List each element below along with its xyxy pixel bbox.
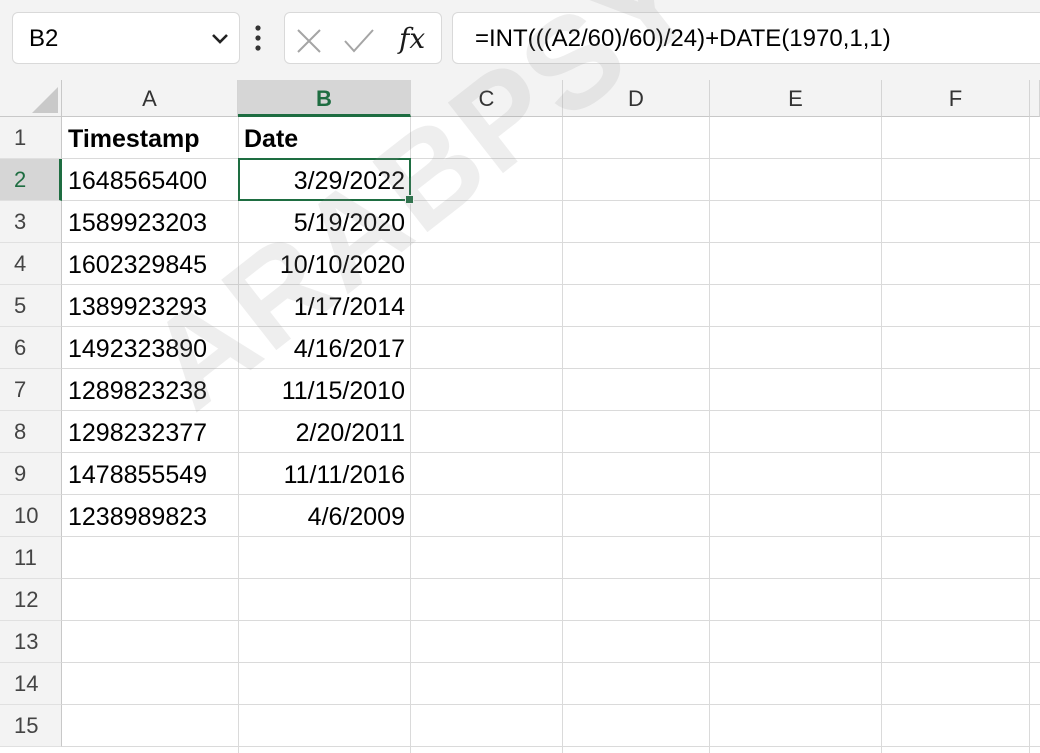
row-header-10[interactable]: 10	[0, 495, 62, 537]
cell-b4[interactable]: 10/10/2020	[238, 243, 411, 285]
row-header-1[interactable]: 1	[0, 117, 62, 159]
fill-handle[interactable]	[405, 195, 414, 204]
row-header-2[interactable]: 2	[0, 159, 62, 201]
cell-a1[interactable]: Timestamp	[62, 117, 238, 159]
gridline	[62, 746, 1040, 747]
row-header-15[interactable]: 15	[0, 705, 62, 747]
cell-a2[interactable]: 1648565400	[62, 159, 238, 201]
insert-function-button[interactable]: fx	[399, 19, 425, 59]
cell-b3[interactable]: 5/19/2020	[238, 201, 411, 243]
gridline	[709, 117, 710, 753]
column-header-f[interactable]: F	[882, 80, 1030, 117]
cell-a7[interactable]: 1289823238	[62, 369, 238, 411]
row-header-4[interactable]: 4	[0, 243, 62, 285]
cell-a8[interactable]: 1298232377	[62, 411, 238, 453]
row-header-7[interactable]: 7	[0, 369, 62, 411]
enter-check-icon[interactable]	[343, 27, 375, 55]
cell-b8[interactable]: 2/20/2011	[238, 411, 411, 453]
column-header-d[interactable]: D	[563, 80, 710, 117]
row-header-8[interactable]: 8	[0, 411, 62, 453]
column-header-b[interactable]: B	[238, 80, 411, 117]
column-header-e[interactable]: E	[710, 80, 882, 117]
gridline	[881, 117, 882, 753]
cell-a9[interactable]: 1478855549	[62, 453, 238, 495]
column-header-c[interactable]: C	[411, 80, 563, 117]
row-header-5[interactable]: 5	[0, 285, 62, 327]
cell-b9[interactable]: 11/11/2016	[238, 453, 411, 495]
cell-b7[interactable]: 11/15/2010	[238, 369, 411, 411]
column-header-a[interactable]: A	[62, 80, 238, 117]
cell-b5[interactable]: 1/17/2014	[238, 285, 411, 327]
cancel-icon[interactable]	[295, 27, 323, 55]
more-options-icon[interactable]	[254, 24, 262, 52]
gridline	[62, 704, 1040, 705]
row-header-12[interactable]: 12	[0, 579, 62, 621]
cell-b10[interactable]: 4/6/2009	[238, 495, 411, 537]
formula-buttons: fx	[284, 12, 442, 64]
gridline	[562, 117, 563, 753]
row-header-11[interactable]: 11	[0, 537, 62, 579]
column-header-g[interactable]	[1030, 80, 1040, 117]
cell-b6[interactable]: 4/16/2017	[238, 327, 411, 369]
cell-a10[interactable]: 1238989823	[62, 495, 238, 537]
cell-b1[interactable]: Date	[238, 117, 411, 159]
gridline	[62, 578, 1040, 579]
cell-a5[interactable]: 1389923293	[62, 285, 238, 327]
cell-a4[interactable]: 1602329845	[62, 243, 238, 285]
row-header-3[interactable]: 3	[0, 201, 62, 243]
formula-text: =INT(((A2/60)/60)/24)+DATE(1970,1,1)	[475, 25, 891, 52]
row-header-9[interactable]: 9	[0, 453, 62, 495]
gridline	[62, 620, 1040, 621]
formula-input[interactable]: =INT(((A2/60)/60)/24)+DATE(1970,1,1)	[452, 12, 1040, 64]
row-header-14[interactable]: 14	[0, 663, 62, 705]
active-cell-border	[238, 158, 414, 204]
chevron-down-icon[interactable]	[211, 32, 229, 46]
select-all-button[interactable]	[0, 80, 62, 117]
name-box-value: B2	[29, 25, 59, 52]
name-box[interactable]: B2	[12, 12, 240, 64]
row-header-6[interactable]: 6	[0, 327, 62, 369]
gridline	[62, 662, 1040, 663]
cell-a3[interactable]: 1589923203	[62, 201, 238, 243]
gridline	[1029, 117, 1030, 753]
formula-bar-area: B2 fx =INT(((A2/60)/60)/24)+DATE(1970,1,…	[0, 0, 1040, 80]
cell-a6[interactable]: 1492323890	[62, 327, 238, 369]
row-header-13[interactable]: 13	[0, 621, 62, 663]
